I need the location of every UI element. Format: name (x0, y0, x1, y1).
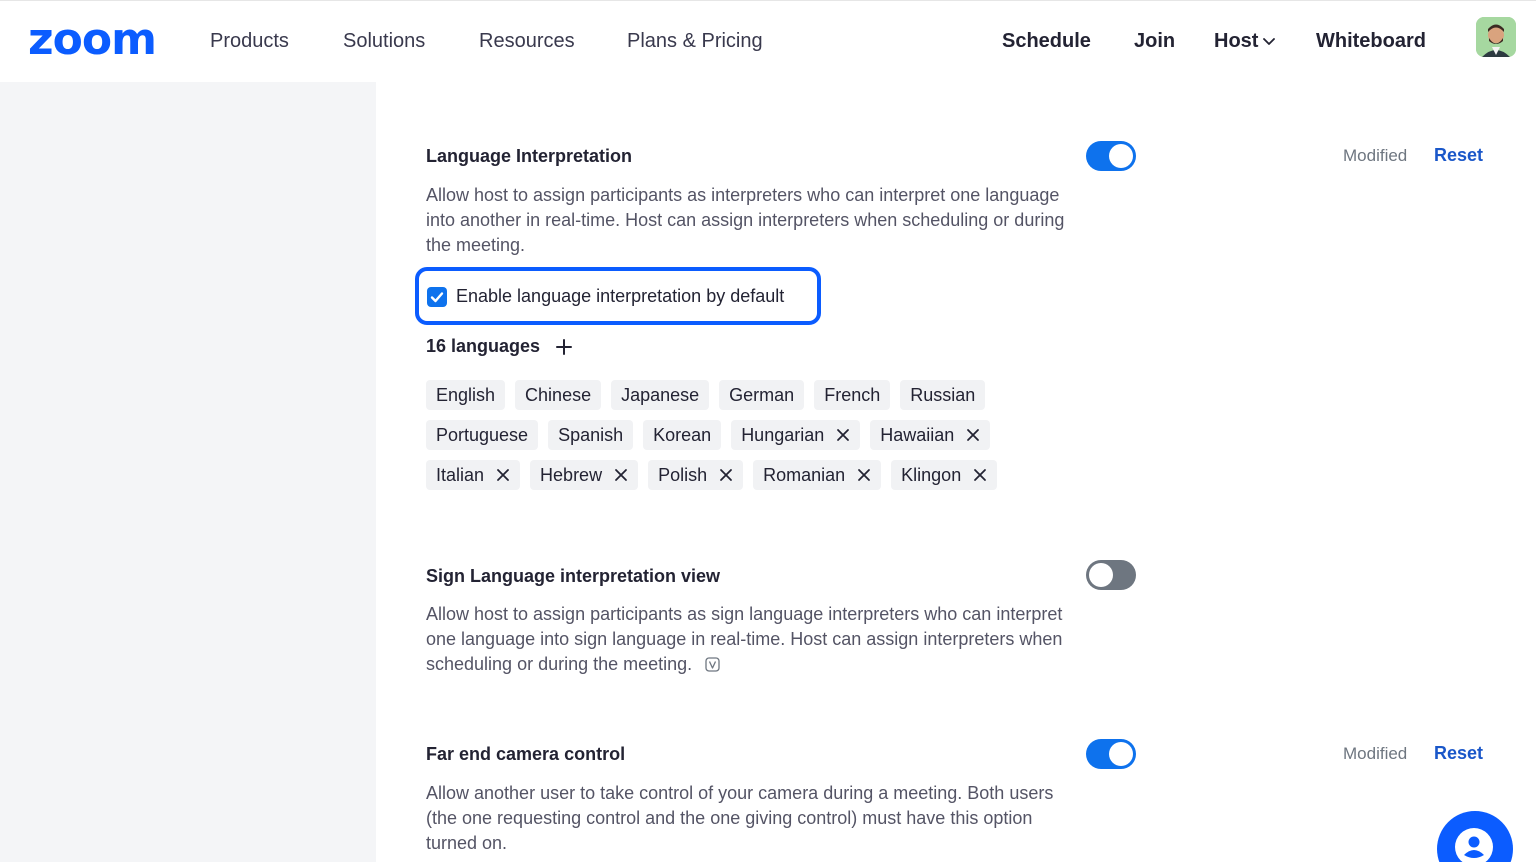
nav-plans-pricing-label[interactable]: Plans & Pricing (627, 30, 763, 53)
nav-products[interactable]: Products (210, 1, 289, 81)
language-chip-label: Portuguese (436, 424, 529, 445)
nav-schedule[interactable]: Schedule (1002, 1, 1091, 81)
language-chip-label: English (436, 384, 496, 405)
language-chip-label: German (729, 384, 795, 405)
language-chip: French (814, 380, 891, 410)
language-chip-label: Chinese (525, 384, 592, 405)
add-language-plus-icon[interactable] (554, 337, 574, 357)
language-chip-label: Korean (653, 424, 712, 445)
language-chip: Hebrew (530, 460, 639, 490)
language-chip: Chinese (515, 380, 602, 410)
far-end-camera-toggle[interactable] (1086, 739, 1136, 769)
sign-language-title: Sign Language interpretation view (426, 566, 721, 586)
join-link[interactable]: Join (1134, 30, 1175, 53)
nav-resources-label[interactable]: Resources (479, 30, 575, 53)
language-chip: Japanese (611, 380, 710, 410)
language-chip-row-1: English Chinese Japanese German French Russia… (426, 380, 986, 410)
sign-language-toggle[interactable] (1086, 560, 1136, 590)
nav-solutions[interactable]: Solutions (343, 1, 425, 81)
modified-label: Modified (1343, 146, 1408, 165)
language-chip-label: Italian (436, 464, 485, 485)
nav-host[interactable]: Host (1214, 1, 1276, 81)
nav-products-label[interactable]: Products (210, 30, 289, 53)
remove-language-close-icon[interactable] (614, 468, 628, 482)
settings-sidebar (0, 82, 376, 862)
language-chip: Spanish (548, 420, 634, 450)
avatar[interactable] (1476, 17, 1516, 57)
language-chip: Korean (643, 420, 722, 450)
language-interpretation-toggle[interactable] (1086, 141, 1136, 171)
language-chip-label: Spanish (558, 424, 624, 445)
remove-language-close-icon[interactable] (973, 468, 987, 482)
reset-link[interactable]: Reset (1434, 743, 1483, 764)
chevron-down-icon (1263, 38, 1276, 45)
toggle-knob (1109, 742, 1133, 766)
brand-wordmark: zoom (28, 21, 156, 61)
language-chip-label: Russian (910, 384, 976, 405)
language-chip-label: French (824, 384, 881, 405)
toggle-knob (1089, 563, 1113, 587)
info-icon[interactable] (705, 657, 720, 672)
toggle-knob (1109, 144, 1133, 168)
language-chip-label: Romanian (763, 464, 846, 485)
far-end-camera-title: Far end camera control (426, 744, 626, 764)
whiteboard-link[interactable]: Whiteboard (1316, 30, 1426, 53)
language-interpretation-description: Allow host to assign participants as int… (426, 185, 1065, 255)
language-chip: Hungarian (731, 420, 861, 450)
user-avatar-icon (1476, 17, 1516, 57)
remove-language-close-icon[interactable] (836, 428, 850, 442)
sign-language-description-text: Allow host to assign participants as sig… (426, 604, 1063, 674)
language-chip-label: Polish (658, 464, 708, 485)
language-chip: Hawaiian (870, 420, 991, 450)
language-interpretation-title: Language Interpretation (426, 146, 633, 166)
sign-language-description: Allow host to assign participants as sig… (426, 602, 1066, 677)
schedule-link[interactable]: Schedule (1002, 30, 1091, 53)
remove-language-close-icon[interactable] (857, 468, 871, 482)
zoom-logo[interactable]: zoom (28, 21, 168, 61)
language-chip-row-2: Portuguese Spanish Korean Hungarian Hawaiian (426, 420, 991, 450)
remove-language-close-icon[interactable] (496, 468, 510, 482)
top-nav: zoom Products Solutions Resources Plans … (0, 0, 1536, 82)
language-chip-label: Hebrew (540, 464, 603, 485)
language-chip-label: Klingon (901, 464, 962, 485)
reset-link[interactable]: Reset (1434, 145, 1483, 166)
language-chip: Klingon (891, 460, 998, 490)
language-chip: German (719, 380, 805, 410)
modified-label: Modified (1343, 744, 1408, 763)
language-chip-label: Hungarian (741, 424, 825, 445)
host-dropdown[interactable]: Host (1214, 30, 1276, 53)
enable-by-default-checkbox[interactable] (427, 287, 447, 307)
checkmark-icon (430, 292, 444, 303)
language-chip: Italian (426, 460, 521, 490)
nav-join[interactable]: Join (1134, 1, 1175, 81)
language-chip: Polish (648, 460, 744, 490)
enable-by-default-label[interactable]: Enable language interpretation by defaul… (456, 286, 784, 307)
language-chip: Portuguese (426, 420, 539, 450)
remove-language-close-icon[interactable] (966, 428, 980, 442)
language-chip-label: Hawaiian (880, 424, 955, 445)
nav-resources[interactable]: Resources (479, 1, 575, 81)
help-chat-button[interactable] (1437, 811, 1513, 862)
nav-plans-pricing[interactable]: Plans & Pricing (627, 1, 763, 81)
language-chip: Russian (900, 380, 986, 410)
language-chip: Romanian (753, 460, 882, 490)
remove-language-close-icon[interactable] (719, 468, 733, 482)
host-link[interactable]: Host (1214, 30, 1258, 53)
language-chip: English (426, 380, 506, 410)
far-end-camera-description: Allow another user to take control of yo… (426, 783, 1054, 853)
language-chip-label: Japanese (621, 384, 700, 405)
nav-whiteboard[interactable]: Whiteboard (1316, 1, 1426, 81)
support-icon (1455, 828, 1493, 862)
nav-solutions-label[interactable]: Solutions (343, 30, 425, 53)
languages-count: 16 languages (426, 336, 541, 356)
language-chip-row-3: Italian Hebrew Polish Romanian Klingon (426, 460, 998, 490)
